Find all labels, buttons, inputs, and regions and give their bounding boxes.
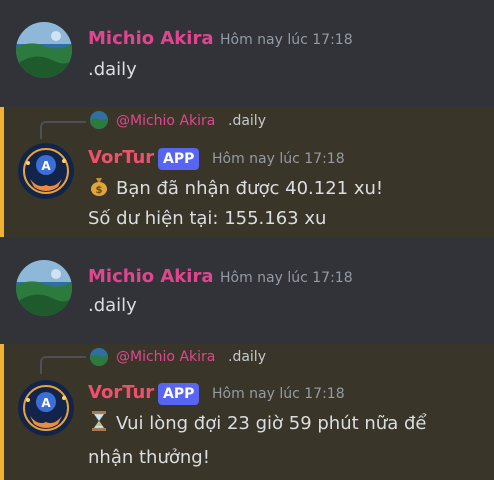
reply-text[interactable]: .daily xyxy=(228,349,266,365)
bot-name[interactable]: VorTur xyxy=(88,147,154,168)
svg-text:A: A xyxy=(41,396,51,410)
svg-text:A: A xyxy=(41,159,51,173)
bot-avatar[interactable]: A xyxy=(18,380,74,436)
svg-text:$: $ xyxy=(96,185,103,196)
timestamp: Hôm nay lúc 17:18 xyxy=(212,386,345,402)
message-line-2: Số dư hiện tại: 155.163 xu xyxy=(88,208,327,229)
message-line-1: Vui lòng đợi 23 giờ 59 phút nữa để xyxy=(88,408,426,440)
timestamp: Hôm nay lúc 17:18 xyxy=(212,151,345,167)
author-name[interactable]: Michio Akira xyxy=(88,28,213,49)
user-avatar[interactable] xyxy=(16,260,72,316)
reply-connector xyxy=(40,121,86,139)
money-bag-icon: $ xyxy=(88,175,110,197)
hourglass-icon xyxy=(88,410,110,432)
reply-avatar[interactable] xyxy=(90,348,108,366)
message-user-2: Michio Akira Hôm nay lúc 17:18 .daily xyxy=(0,240,494,344)
message-bot-1: @Michio Akira .daily A VorTur APP Hôm na… xyxy=(0,107,494,237)
message-text: Vui lòng đợi 23 giờ 59 phút nữa để xyxy=(116,413,427,434)
reply-avatar[interactable] xyxy=(90,111,108,129)
author-name[interactable]: Michio Akira xyxy=(88,266,213,287)
message-user-1: Michio Akira Hôm nay lúc 17:18 .daily xyxy=(0,0,494,104)
reply-author[interactable]: @Michio Akira xyxy=(116,349,215,365)
timestamp: Hôm nay lúc 17:18 xyxy=(220,32,353,48)
bot-avatar[interactable]: A xyxy=(18,143,74,199)
user-avatar[interactable] xyxy=(16,22,72,78)
message-text: .daily xyxy=(88,295,137,316)
bot-name[interactable]: VorTur xyxy=(88,382,154,403)
message-text: Bạn đã nhận được 40.121 xu! xyxy=(116,178,384,199)
reply-connector xyxy=(40,356,86,374)
app-badge: APP xyxy=(158,148,200,170)
reply-text[interactable]: .daily xyxy=(228,113,266,129)
message-bot-2: @Michio Akira .daily A VorTur APP Hôm na… xyxy=(0,344,494,480)
timestamp: Hôm nay lúc 17:18 xyxy=(220,270,353,286)
message-line-2: nhận thưởng! xyxy=(88,447,210,468)
message-text: .daily xyxy=(88,59,137,80)
app-badge: APP xyxy=(158,383,200,405)
reply-author[interactable]: @Michio Akira xyxy=(116,113,215,129)
message-line-1: $ Bạn đã nhận được 40.121 xu! xyxy=(88,173,383,205)
